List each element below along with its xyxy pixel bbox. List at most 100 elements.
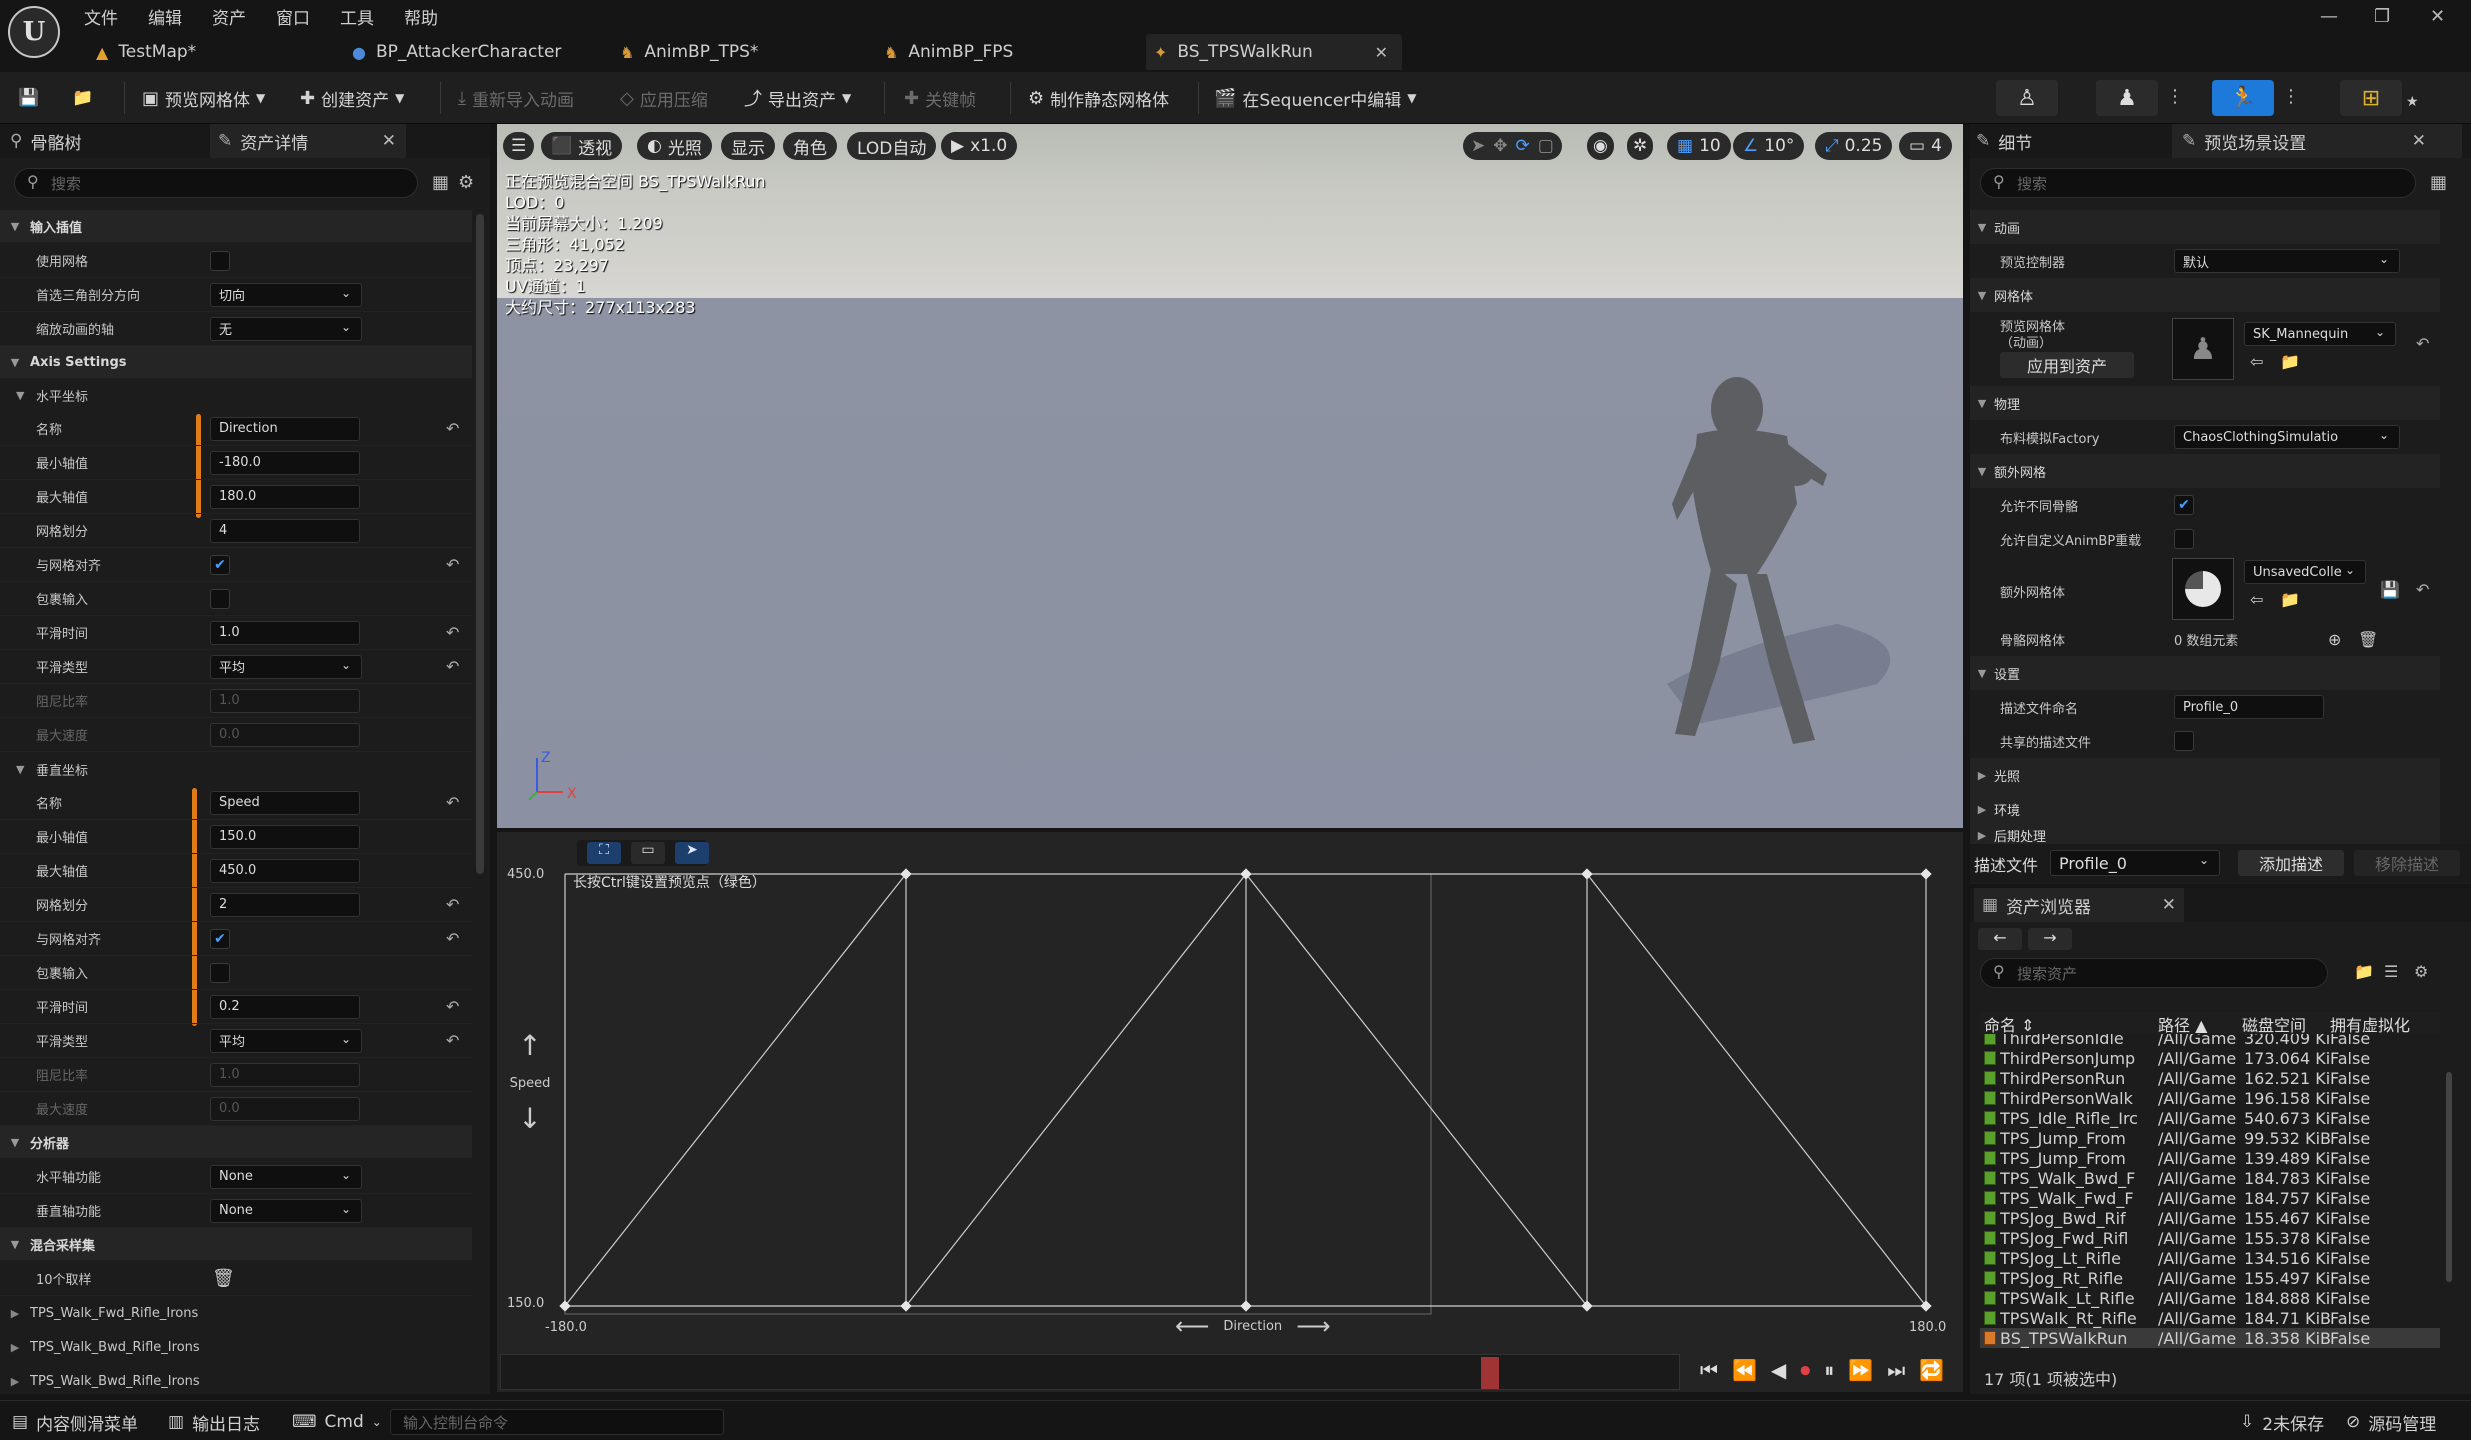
- menu-asset[interactable]: 资产: [212, 4, 246, 29]
- tab-skeleton-tree[interactable]: ⚲ 骨骼树: [10, 124, 81, 158]
- table-row[interactable]: TPS_Walk_Bwd_F/All/Game 184.783 Ki False: [1980, 1168, 2440, 1188]
- transform-tools[interactable]: ➤ ✥ ⟳ ▢: [1463, 132, 1562, 160]
- reset-icon[interactable]: ↶: [446, 929, 459, 948]
- col-disk-size[interactable]: 磁盘空间: [2242, 1012, 2306, 1036]
- unsaved-button[interactable]: ⇩ 2未保存: [2240, 1409, 2324, 1435]
- lighting-button[interactable]: ◐ 光照: [637, 132, 712, 160]
- v-min-field[interactable]: 150.0: [210, 824, 360, 849]
- category-environment[interactable]: ▶ 环境: [1970, 792, 2440, 826]
- animation-mode-button[interactable]: 🏃: [2212, 80, 2274, 116]
- settings-icon[interactable]: ⚙: [458, 172, 474, 193]
- col-name[interactable]: 命名 ⇕: [1984, 1012, 2035, 1036]
- tab-animbp-tps[interactable]: ♞ AnimBP_TPS*: [620, 34, 870, 70]
- category-samples[interactable]: ▼ 混合采样集: [0, 1228, 472, 1260]
- h-grid-field[interactable]: 4: [210, 518, 360, 543]
- v-grid-field[interactable]: 2: [210, 892, 360, 917]
- unreal-logo-icon[interactable]: U: [8, 6, 60, 58]
- console-input[interactable]: 输入控制台命令: [390, 1409, 724, 1435]
- search-input[interactable]: ⚲ 搜索: [14, 168, 418, 198]
- preview-viewport[interactable]: ☰ ⬛ 透视 ◐ 光照 显示 角色 LOD自动 ▶ x1.0 ➤ ✥ ⟳ ▢ ◉ ✲ ▦ 10…: [497, 124, 1963, 828]
- grid-snap-button[interactable]: ▦ 10: [1667, 132, 1731, 160]
- mesh-mode-button[interactable]: ♟: [2096, 80, 2158, 116]
- h-snap-checkbox[interactable]: ✔: [210, 554, 230, 575]
- table-row[interactable]: TPSJog_Rt_Rifle/All/Game 155.497 Ki False: [1980, 1268, 2440, 1288]
- scale-anim-axis-combo[interactable]: 无 ⌄: [210, 316, 362, 341]
- loop-icon[interactable]: 🔁: [1919, 1358, 1944, 1382]
- allow-diff-skel-checkbox[interactable]: ✔: [2174, 495, 2194, 515]
- remove-profile-button[interactable]: 移除描述: [2354, 850, 2460, 876]
- profile-name-field[interactable]: Profile_0: [2174, 695, 2324, 719]
- table-row[interactable]: TPSJog_Bwd_Rif/All/Game 155.467 Ki False: [1980, 1208, 2440, 1228]
- tab-asset-details[interactable]: ✎ 资产详情 ✕: [210, 124, 406, 158]
- keyframe-button[interactable]: ✚ 关键帧: [904, 84, 976, 112]
- make-static-mesh-button[interactable]: ⚙ 制作静态网格体: [1028, 84, 1169, 112]
- save-icon[interactable]: 💾: [2380, 580, 2400, 599]
- close-tab-icon[interactable]: ✕: [2162, 895, 2176, 915]
- reset-icon[interactable]: ↶: [446, 997, 459, 1016]
- trash-icon[interactable]: 🗑: [212, 1268, 235, 1289]
- more-icon[interactable]: ⋮: [2282, 86, 2300, 107]
- close-tab-icon[interactable]: ✕: [2412, 131, 2426, 151]
- category-axis-settings[interactable]: ▼ Axis Settings: [0, 346, 472, 378]
- asset-search-input[interactable]: ⚲ 搜索资产: [1980, 958, 2328, 988]
- add-element-icon[interactable]: ⊕: [2328, 630, 2341, 649]
- reset-icon[interactable]: ↶: [446, 793, 459, 812]
- character-button[interactable]: 角色: [783, 132, 837, 160]
- add-profile-button[interactable]: 添加描述: [2238, 850, 2344, 876]
- extra-mesh-thumbnail[interactable]: [2172, 558, 2234, 620]
- subcat-horizontal[interactable]: ▼ 水平坐标: [0, 378, 472, 412]
- reset-icon[interactable]: ↶: [446, 623, 459, 642]
- v-smooth-type-combo[interactable]: 平均 ⌄: [210, 1028, 362, 1053]
- output-log-button[interactable]: ▥ 输出日志: [168, 1409, 260, 1435]
- star-icon[interactable]: ★: [2406, 94, 2419, 110]
- reset-icon[interactable]: ↶: [446, 657, 459, 676]
- lod-button[interactable]: LOD自动: [847, 132, 937, 160]
- tab-preview-scene[interactable]: ✎ 预览场景设置 ✕: [2172, 124, 2462, 158]
- category-lighting[interactable]: ▶ 光照: [1970, 758, 2440, 792]
- grid-view-icon[interactable]: ▦: [2430, 172, 2447, 193]
- reimport-button[interactable]: ⤓ 重新导入动画: [458, 84, 574, 112]
- category-extra-mesh[interactable]: ▼ 额外网格: [1970, 454, 2440, 488]
- col-virtualized[interactable]: 拥有虚拟化: [2330, 1012, 2410, 1036]
- playhead[interactable]: [1481, 1357, 1499, 1389]
- tab-details[interactable]: ✎ 细节: [1976, 124, 2032, 158]
- table-row[interactable]: TPSWalk_Rt_Rifle/All/Game 184.71 KiB False: [1980, 1308, 2440, 1328]
- trash-icon[interactable]: 🗑: [2358, 630, 2378, 649]
- tab-bs-tpswalkrun[interactable]: ✦ BS_TPSWalkRun ✕: [1146, 34, 1402, 70]
- scrollbar[interactable]: [476, 214, 484, 874]
- close-window-icon[interactable]: ✕: [2430, 6, 2445, 27]
- reset-icon[interactable]: ↶: [446, 419, 459, 438]
- category-mesh[interactable]: ▼ 网格体: [1970, 278, 2440, 312]
- category-settings[interactable]: ▼ 设置: [1970, 656, 2440, 690]
- close-tab-icon[interactable]: ✕: [382, 131, 396, 151]
- apply-compression-button[interactable]: ◇ 应用压缩: [620, 84, 708, 112]
- sample-item[interactable]: ▶ TPS_Walk_Bwd_Rifle_Irons: [0, 1364, 472, 1398]
- skip-to-end-icon[interactable]: ⏭: [1887, 1358, 1905, 1382]
- filter-icon[interactable]: ☰: [2384, 962, 2398, 981]
- preview-mesh-combo[interactable]: SK_Mannequin ⌄: [2244, 322, 2396, 346]
- perspective-button[interactable]: ⬛ 透视: [541, 132, 623, 160]
- preview-controller-combo[interactable]: 默认 ⌄: [2174, 249, 2400, 273]
- restore-icon[interactable]: ❐: [2374, 6, 2390, 27]
- skeleton-mode-button[interactable]: ♙: [1996, 80, 2058, 116]
- table-row[interactable]: TPSWalk_Lt_Rifle/All/Game 184.888 Ki False: [1980, 1288, 2440, 1308]
- surface-snap-icon[interactable]: ✲: [1627, 132, 1654, 160]
- step-forward-icon[interactable]: ⏩: [1848, 1358, 1873, 1382]
- scrollbar[interactable]: [2446, 1072, 2452, 1282]
- profile-combo[interactable]: Profile_0 ⌄: [2050, 850, 2220, 876]
- tab-asset-browser[interactable]: ▦ 资产浏览器 ✕: [1974, 888, 2184, 922]
- v-max-field[interactable]: 450.0: [210, 858, 360, 883]
- sample-item[interactable]: ▶ TPS_Walk_Fwd_Rifle_Irons: [0, 1296, 472, 1330]
- subcat-vertical[interactable]: ▼ 垂直坐标: [0, 752, 472, 786]
- table-row[interactable]: TPS_Walk_Fwd_F/All/Game 184.757 Ki False: [1980, 1188, 2440, 1208]
- grid-view-icon[interactable]: ▦: [432, 172, 449, 193]
- browse-icon[interactable]: 📁: [2280, 352, 2300, 371]
- h-max-field[interactable]: 180.0: [210, 484, 360, 509]
- preferred-tri-combo[interactable]: 切向 ⌄: [210, 282, 362, 307]
- h-smooth-field[interactable]: 1.0: [210, 620, 360, 645]
- table-row[interactable]: ThirdPersonRun/All/Game 162.521 Ki False: [1980, 1068, 2440, 1088]
- save-icon[interactable]: 💾: [18, 84, 39, 112]
- h-wrap-checkbox[interactable]: [210, 588, 230, 609]
- table-row-selected[interactable]: BS_TPSWalkRun/All/Game 18.358 KiB False: [1980, 1328, 2440, 1348]
- create-asset-button[interactable]: ✚ 创建资产 ▼: [300, 84, 404, 112]
